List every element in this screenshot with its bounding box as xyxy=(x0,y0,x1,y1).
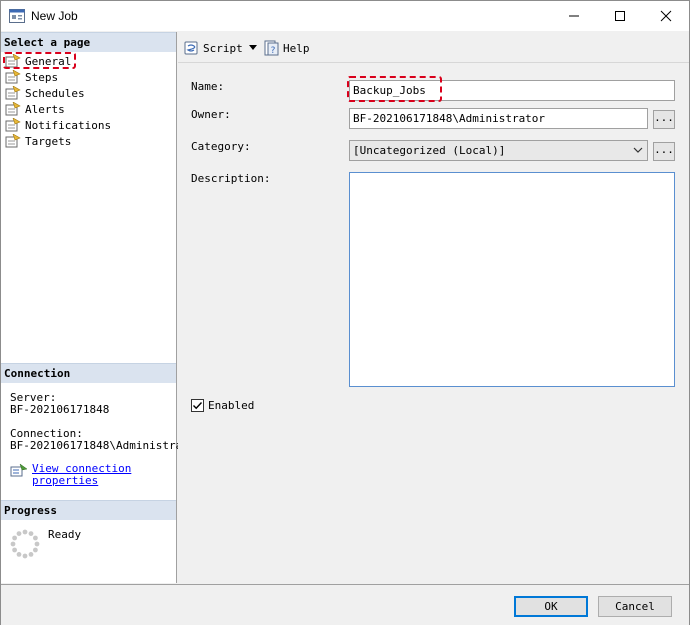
left-panel: Select a page General Steps Schedules Al… xyxy=(1,32,189,583)
owner-label: Owner: xyxy=(191,108,231,121)
page-item-targets[interactable]: Targets xyxy=(5,133,71,149)
help-button[interactable]: ? Help xyxy=(264,40,310,56)
owner-input[interactable]: BF-202106171848\Administrator xyxy=(349,108,648,129)
checkbox-checked-icon xyxy=(191,399,204,412)
maximize-icon xyxy=(615,11,625,21)
enabled-checkbox[interactable]: Enabled xyxy=(191,399,254,412)
chevron-down-icon xyxy=(249,45,257,50)
script-dropdown-button[interactable] xyxy=(249,45,257,50)
category-select[interactable]: [Uncategorized (Local)] xyxy=(349,140,648,161)
view-link-line2: properties xyxy=(32,474,99,487)
ok-button[interactable]: OK xyxy=(514,596,588,617)
chevron-down-icon xyxy=(633,141,643,160)
right-panel: Script ? Help Name: Backup_Jobs Owner: B… xyxy=(178,32,689,583)
general-highlight-box xyxy=(3,52,76,69)
category-value: [Uncategorized (Local)] xyxy=(353,144,506,157)
maximize-button[interactable] xyxy=(597,1,643,31)
progress-header: Progress xyxy=(1,500,176,520)
close-button[interactable] xyxy=(643,1,689,31)
connection-header: Connection xyxy=(1,363,176,383)
server-value: BF-202106171848 xyxy=(10,403,110,416)
progress-spinner-icon xyxy=(10,529,40,562)
page-item-label: Targets xyxy=(25,134,72,148)
minimize-button[interactable] xyxy=(551,1,597,31)
new-job-window: New Job Select a page General Steps Sche… xyxy=(0,0,690,625)
svg-text:?: ? xyxy=(271,46,276,56)
page-item-schedules[interactable]: Schedules xyxy=(5,85,85,101)
toolbar: Script ? Help xyxy=(178,32,689,63)
connection-properties-icon xyxy=(10,463,28,477)
category-browse-button[interactable]: ... xyxy=(653,142,675,161)
connection-value: BF-202106171848\Administrat xyxy=(10,439,189,452)
category-label: Category: xyxy=(191,140,251,153)
script-icon xyxy=(184,41,198,55)
page-item-steps[interactable]: Steps xyxy=(5,69,58,85)
page-item-label: Alerts xyxy=(25,102,65,116)
name-highlight-box xyxy=(347,76,442,102)
close-icon xyxy=(660,10,672,22)
footer: OK Cancel xyxy=(1,584,689,625)
minimize-icon xyxy=(569,15,579,17)
page-item-notifications[interactable]: Notifications xyxy=(5,117,111,133)
job-window-icon xyxy=(9,9,25,26)
script-label: Script xyxy=(203,41,243,55)
page-item-label: Notifications xyxy=(25,118,112,132)
description-label: Description: xyxy=(191,172,271,185)
progress-status: Ready xyxy=(48,528,82,541)
page-icon xyxy=(5,134,21,148)
description-textarea[interactable] xyxy=(349,172,675,387)
page-item-alerts[interactable]: Alerts xyxy=(5,101,65,117)
page-item-label: Schedules xyxy=(25,86,85,100)
page-icon xyxy=(5,70,21,84)
window-title: New Job xyxy=(31,9,78,23)
page-icon xyxy=(5,102,21,116)
name-label: Name: xyxy=(191,80,225,93)
enabled-label: Enabled xyxy=(208,399,255,412)
page-icon xyxy=(5,86,21,100)
select-page-header: Select a page xyxy=(1,32,176,52)
script-button[interactable]: Script xyxy=(184,40,243,56)
owner-browse-button[interactable]: ... xyxy=(653,110,675,129)
page-icon xyxy=(5,118,21,132)
view-connection-properties-link[interactable]: View connection properties xyxy=(10,463,131,487)
page-item-label: Steps xyxy=(25,70,59,84)
general-form: Name: Backup_Jobs Owner: BF-202106171848… xyxy=(178,65,689,583)
help-label: Help xyxy=(283,41,310,55)
title-bar: New Job xyxy=(1,1,689,31)
cancel-button[interactable]: Cancel xyxy=(598,596,672,617)
help-icon: ? xyxy=(264,40,279,56)
